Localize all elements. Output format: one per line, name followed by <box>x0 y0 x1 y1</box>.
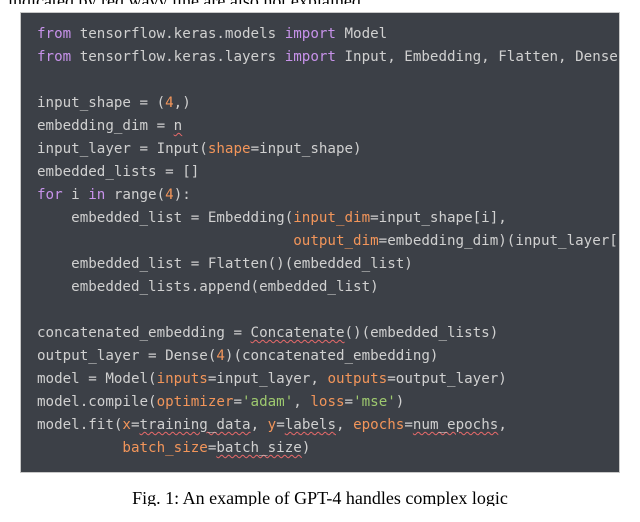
code-token: =input_shape[i], <box>370 210 507 226</box>
code-token: = <box>233 394 242 410</box>
code-token: import <box>285 26 345 42</box>
code-token: input_layer = Input( <box>37 141 208 157</box>
figure-caption: Fig. 1: An example of GPT-4 handles comp… <box>0 473 640 506</box>
code-token: = <box>276 417 285 433</box>
code-line: input_layer = Input(shape=input_shape) <box>21 138 619 161</box>
code-token: Input, Embedding, Flatten, Dense <box>345 49 618 65</box>
code-line: embedded_lists = [] <box>21 161 619 184</box>
code-token: inputs <box>157 371 208 387</box>
code-line: for i in range(4): <box>21 184 619 207</box>
code-token: model.fit( <box>37 417 122 433</box>
code-line: model.compile(optimizer='adam', loss='ms… <box>21 391 619 414</box>
code-token: model.compile( <box>37 394 157 410</box>
code-line: embedded_list = Embedding(input_dim=inpu… <box>21 207 619 230</box>
code-token: 4 <box>216 348 225 364</box>
code-token: embedding_dim = <box>37 118 174 134</box>
code-token <box>37 233 293 249</box>
code-token: , <box>293 394 310 410</box>
code-token: =input_shape) <box>251 141 362 157</box>
code-token: ,) <box>174 95 191 111</box>
code-token: training_data <box>140 417 251 433</box>
code-token: i <box>71 187 88 203</box>
code-token: =input_layer, <box>208 371 328 387</box>
code-token: embedded_lists = [] <box>37 164 199 180</box>
code-token: input_dim <box>293 210 370 226</box>
code-token: for <box>37 187 71 203</box>
code-token: embedded_list = Flatten()(embedded_list) <box>37 256 413 272</box>
code-token: embedded_lists.append(embedded_list) <box>37 279 379 295</box>
code-token <box>37 440 122 456</box>
code-token: ): <box>174 187 191 203</box>
code-token: 4 <box>165 95 174 111</box>
code-token: y <box>268 417 277 433</box>
code-line: concatenated_embedding = Concatenate()(e… <box>21 322 619 345</box>
code-token: 4 <box>165 187 174 203</box>
code-token: output_dim <box>293 233 378 249</box>
code-line: embedding_dim = n <box>21 115 619 138</box>
code-token: import <box>285 49 345 65</box>
code-token: 'adam' <box>242 394 293 410</box>
code-token: ) <box>302 440 311 456</box>
code-token: Concatenate <box>251 325 345 341</box>
code-line: batch_size=batch_size) <box>21 437 619 460</box>
code-token: labels <box>285 417 336 433</box>
code-token: epochs <box>353 417 404 433</box>
code-block: from tensorflow.keras.models import Mode… <box>21 13 619 472</box>
code-line: input_shape = (4,) <box>21 92 619 115</box>
code-token: )(concatenated_embedding) <box>225 348 439 364</box>
code-token <box>37 302 46 318</box>
code-line: embedded_lists.append(embedded_list) <box>21 276 619 299</box>
code-token <box>37 72 46 88</box>
code-token: n <box>174 118 183 134</box>
caption-text: An example of GPT-4 handles complex logi… <box>179 488 508 506</box>
code-token: , <box>336 417 353 433</box>
code-token: outputs <box>327 371 387 387</box>
code-token: range( <box>114 187 165 203</box>
code-token: =embedding_dim)(input_layer[i]) <box>379 233 619 249</box>
caption-label: Fig. 1: <box>132 488 179 506</box>
cropped-top-text-content: indicated by red wavy line are also not … <box>8 0 365 4</box>
code-line: output_dim=embedding_dim)(input_layer[i]… <box>21 230 619 253</box>
code-token: ) <box>396 394 405 410</box>
code-token: from <box>37 26 80 42</box>
code-token: ()(embedded_lists) <box>345 325 499 341</box>
code-token: input_shape = ( <box>37 95 165 111</box>
code-token: embedded_list = Embedding( <box>37 210 293 226</box>
code-token: loss <box>310 394 344 410</box>
code-token: 'mse' <box>353 394 396 410</box>
code-line <box>21 69 619 92</box>
code-token: , <box>498 417 507 433</box>
code-token: num_epochs <box>413 417 498 433</box>
code-token: shape <box>208 141 251 157</box>
code-token: batch_size <box>216 440 301 456</box>
code-line <box>21 299 619 322</box>
code-token: x <box>122 417 131 433</box>
code-token: , <box>251 417 268 433</box>
code-token: concatenated_embedding = <box>37 325 251 341</box>
code-line: model.fit(x=training_data, y=labels, epo… <box>21 414 619 437</box>
code-token: in <box>88 187 114 203</box>
code-token: model = Model( <box>37 371 157 387</box>
code-token: from <box>37 49 80 65</box>
code-token: = <box>131 417 140 433</box>
code-token: =output_layer) <box>387 371 507 387</box>
code-token: Model <box>345 26 388 42</box>
code-token: output_layer = Dense( <box>37 348 216 364</box>
code-token: = <box>345 394 354 410</box>
code-editor-frame: from tensorflow.keras.models import Mode… <box>20 12 620 473</box>
code-line: from tensorflow.keras.layers import Inpu… <box>21 46 619 69</box>
code-token: tensorflow.keras.layers <box>80 49 285 65</box>
code-line: from tensorflow.keras.models import Mode… <box>21 23 619 46</box>
code-line: output_layer = Dense(4)(concatenated_emb… <box>21 345 619 368</box>
cropped-top-text: indicated by red wavy line are also not … <box>0 0 640 4</box>
code-line: embedded_list = Flatten()(embedded_list) <box>21 253 619 276</box>
code-token: tensorflow.keras.models <box>80 26 285 42</box>
code-token: optimizer <box>157 394 234 410</box>
code-line: model = Model(inputs=input_layer, output… <box>21 368 619 391</box>
code-token: batch_size <box>122 440 207 456</box>
code-token: = <box>404 417 413 433</box>
